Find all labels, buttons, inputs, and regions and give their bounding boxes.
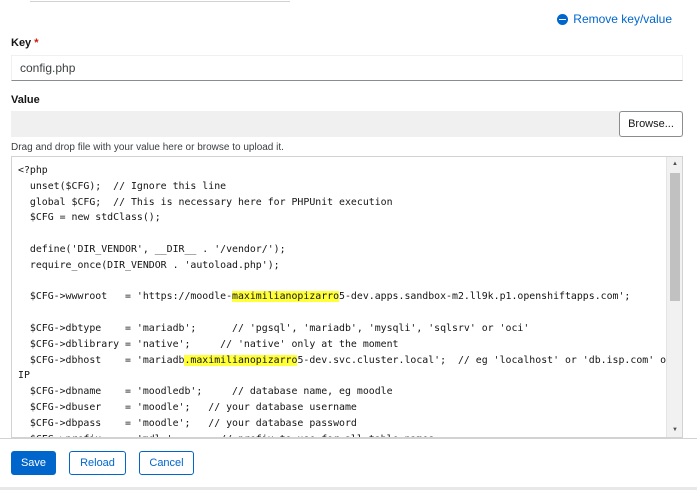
value-label: Value bbox=[11, 94, 40, 106]
code-text: $CFG->dbuser = 'moodle'; // your databas… bbox=[18, 401, 357, 413]
required-marker: * bbox=[34, 37, 39, 49]
code-text: global $CFG; // This is necessary here f… bbox=[18, 196, 393, 208]
highlighted-text: maximilianopizarro bbox=[232, 291, 340, 303]
key-input[interactable] bbox=[11, 55, 683, 81]
remove-key-value-button[interactable]: Remove key/value bbox=[557, 12, 672, 26]
code-content[interactable]: <?php unset($CFG); // Ignore this line g… bbox=[18, 163, 672, 437]
scroll-down-arrow-icon[interactable]: ▼ bbox=[667, 423, 682, 437]
value-code-editor[interactable]: <?php unset($CFG); // Ignore this line g… bbox=[11, 156, 683, 438]
top-divider bbox=[0, 0, 697, 4]
code-text: $CFG = new stdClass(); bbox=[18, 212, 161, 224]
code-line: $CFG = new stdClass(); bbox=[18, 210, 662, 226]
code-text: $CFG->dblibrary = 'native'; // 'native' … bbox=[18, 338, 399, 350]
upload-helper-text: Drag and drop file with your value here … bbox=[11, 142, 284, 153]
code-line: $CFG->dblibrary = 'native'; // 'native' … bbox=[18, 337, 662, 353]
minus-circle-icon bbox=[557, 13, 569, 25]
code-line: $CFG->dbhost = 'mariadb.maximilianopizar… bbox=[18, 353, 672, 369]
remove-key-value-label: Remove key/value bbox=[573, 12, 672, 26]
key-label-text: Key bbox=[11, 37, 32, 49]
code-text: $CFG->dbhost = 'mariadb bbox=[18, 354, 185, 366]
code-line: $CFG->dbtype = 'mariadb'; // 'pgsql', 'm… bbox=[18, 321, 662, 337]
scrollbar-thumb[interactable] bbox=[670, 173, 680, 301]
code-line: $CFG->dbuser = 'moodle'; // your databas… bbox=[18, 400, 662, 416]
code-text: 5-dev.apps.sandbox-m2.ll9k.p1.openshifta… bbox=[339, 291, 631, 303]
code-line: require_once(DIR_VENDOR . 'autoload.php'… bbox=[18, 258, 662, 274]
highlighted-text: .maximilianopizarro bbox=[184, 354, 298, 366]
code-line: define('DIR_VENDOR', __DIR__ . '/vendor/… bbox=[18, 242, 662, 258]
code-text: define('DIR_VENDOR', __DIR__ . '/vendor/… bbox=[18, 243, 286, 255]
code-text: <?php bbox=[18, 165, 48, 176]
form-actions: Save Reload Cancel bbox=[0, 438, 697, 490]
code-line: $CFG->dbpass = 'moodle'; // your databas… bbox=[18, 416, 662, 432]
code-text: IP bbox=[18, 370, 30, 382]
code-text: $CFG->wwwroot = 'https://moodle- bbox=[18, 291, 233, 303]
code-line: IP bbox=[18, 368, 662, 384]
code-line: <?php bbox=[18, 163, 662, 179]
code-text: 5-dev.svc.cluster.local'; // eg 'localho… bbox=[297, 354, 672, 366]
code-text: $CFG->dbname = 'moodledb'; // database n… bbox=[18, 386, 393, 398]
save-button[interactable]: Save bbox=[11, 451, 56, 475]
code-line: $CFG->dbname = 'moodledb'; // database n… bbox=[18, 384, 662, 400]
reload-button[interactable]: Reload bbox=[69, 451, 126, 475]
browse-button[interactable]: Browse... bbox=[619, 111, 683, 137]
scroll-up-arrow-icon[interactable]: ▲ bbox=[667, 157, 682, 171]
file-upload-bar[interactable]: Browse... bbox=[11, 111, 683, 137]
code-line: $CFG->wwwroot = 'https://moodle-maximili… bbox=[18, 289, 662, 305]
code-text: require_once(DIR_VENDOR . 'autoload.php'… bbox=[18, 259, 280, 271]
code-text: $CFG->dbpass = 'moodle'; // your databas… bbox=[18, 417, 357, 429]
code-line: unset($CFG); // Ignore this line bbox=[18, 179, 662, 195]
cancel-button[interactable]: Cancel bbox=[139, 451, 194, 475]
editor-scrollbar[interactable]: ▲ ▼ bbox=[666, 157, 682, 437]
code-line: global $CFG; // This is necessary here f… bbox=[18, 195, 662, 211]
code-text: unset($CFG); // Ignore this line bbox=[18, 180, 227, 192]
key-label: Key * bbox=[11, 37, 38, 49]
code-text: $CFG->dbtype = 'mariadb'; // 'pgsql', 'm… bbox=[18, 322, 530, 334]
